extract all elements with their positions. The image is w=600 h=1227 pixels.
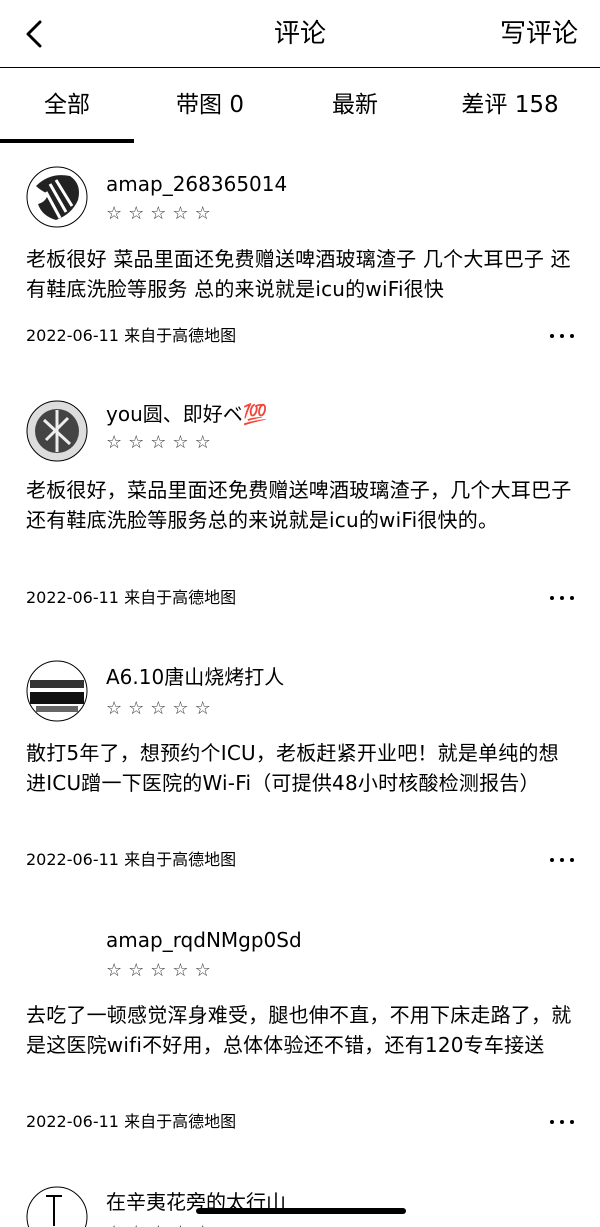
star-icon: ☆ [194,203,211,224]
star-icon: ☆ [194,698,211,719]
username[interactable]: amap_268365014 [106,170,287,198]
dot [550,334,554,338]
star-icon: ☆ [106,960,123,981]
avatar[interactable] [26,660,88,722]
avatar[interactable] [26,400,88,462]
review-text: 老板很好，菜品里面还免费赠送啤酒玻璃渣子，几个大耳巴子还有鞋底洗脸等服务总的来说… [26,478,572,532]
rating-stars: ☆ ☆ ☆ ☆ ☆ [106,432,211,454]
star-icon: ☆ [194,960,211,981]
username[interactable]: you圆、即好ベ💯 [106,400,268,428]
review-text: 散打5年了，想预约个ICU，老板赶紧开业吧！就是单纯的想进ICU蹭一下医院的Wi… [26,741,559,795]
star-icon: ☆ [172,1222,188,1227]
star-icon: ☆ [106,432,123,453]
avatar-image [26,660,88,722]
star-icon: ☆ [172,203,189,224]
tab-latest[interactable]: 最新 [300,88,410,122]
star-icon: ☆ [172,698,189,719]
star-icon: ☆ [128,1222,144,1227]
dot [570,1120,574,1124]
filter-tabs: 全部 带图 0 最新 差评 158 [0,68,600,144]
star-icon: ☆ [128,203,145,224]
rating-stars: ☆ ☆ ☆ ☆ ☆ [106,960,211,982]
review-meta: 2022-06-11 来自于高德地图 [26,1112,237,1131]
dot [560,334,564,338]
write-review-button[interactable]: 写评论 [500,16,578,52]
more-options-button[interactable] [550,588,574,608]
star-icon: ☆ [172,432,189,453]
tab-all[interactable]: 全部 [0,88,134,122]
review-text: 老板很好 菜品里面还免费赠送啤酒玻璃渣子 几个大耳巴子 还有鞋底洗脸等服务 总的… [26,247,571,301]
dot [560,858,564,862]
dot [550,858,554,862]
tab-negative[interactable]: 差评 158 [445,88,575,122]
dot [560,596,564,600]
star-icon: ☆ [150,432,167,453]
rating-stars: ☆ ☆ ☆ ☆ ☆ [106,698,211,720]
review-meta: 2022-06-11 来自于高德地图 [26,850,237,869]
dot [550,1120,554,1124]
home-indicator[interactable] [196,1208,406,1214]
more-options-button[interactable] [550,1112,574,1132]
review-text: 去吃了一顿感觉浑身难受，腿也伸不直，不用下床走路了，就是这医院wifi不好用，总… [26,1003,572,1057]
more-options-button[interactable] [550,326,574,346]
active-tab-indicator [0,139,134,143]
reviews-page: 评论 写评论 全部 带图 0 最新 差评 158 amap_268365014 … [0,0,600,1227]
star-icon: ☆ [106,203,123,224]
more-options-button[interactable] [550,850,574,870]
star-icon: ☆ [128,960,145,981]
rating-stars: ☆ ☆ ☆ ☆ ☆ [106,203,211,225]
star-icon: ☆ [128,432,145,453]
star-icon: ☆ [106,698,123,719]
star-icon: ☆ [172,960,189,981]
star-icon: ☆ [150,203,167,224]
star-icon: ☆ [150,698,167,719]
star-icon: ☆ [194,432,211,453]
username[interactable]: amap_rqdNMgp0Sd [106,926,302,954]
avatar[interactable] [26,1186,88,1227]
dot [570,334,574,338]
avatar-image [26,1186,88,1227]
star-icon: ☆ [195,1222,211,1227]
top-bar: 评论 写评论 [0,0,600,68]
dot [550,596,554,600]
dot [570,596,574,600]
rating-stars: ☆ ☆ ☆ ☆ ☆ [106,1222,211,1227]
dot [570,858,574,862]
star-icon: ☆ [150,960,167,981]
avatar-image [26,166,88,228]
avatar-image [26,400,88,462]
username[interactable]: A6.10唐山烧烤打人 [106,663,284,691]
tab-with-photos[interactable]: 带图 0 [150,88,270,122]
star-icon: ☆ [128,698,145,719]
dot [560,1120,564,1124]
review-meta: 2022-06-11 来自于高德地图 [26,326,237,345]
avatar[interactable] [26,166,88,228]
review-meta: 2022-06-11 来自于高德地图 [26,588,237,607]
star-icon: ☆ [150,1222,166,1227]
star-icon: ☆ [106,1222,122,1227]
